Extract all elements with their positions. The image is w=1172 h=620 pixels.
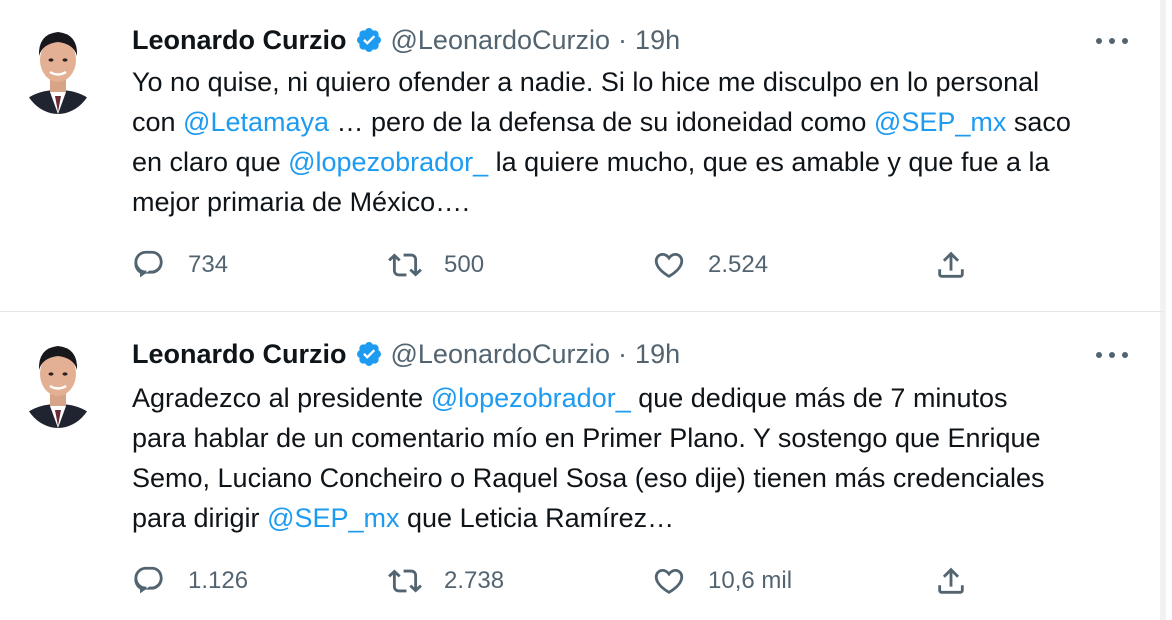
- timestamp[interactable]: 19h: [635, 25, 680, 56]
- retweet-button[interactable]: 500: [388, 247, 484, 283]
- retweet-icon: [388, 248, 422, 282]
- like-count: 10,6 mil: [708, 567, 793, 594]
- verified-badge-icon: [355, 340, 383, 368]
- text-segment: saco: [1006, 107, 1071, 137]
- retweet-count: 500: [444, 251, 485, 278]
- author-name[interactable]: Leonardo Curzio: [132, 25, 347, 56]
- mention-link[interactable]: @SEP_mx: [267, 503, 399, 533]
- author-handle[interactable]: @LeonardoCurzio: [391, 339, 611, 370]
- text-segment: … pero de la defensa de su idoneidad com…: [329, 107, 874, 137]
- text-line: Semo, Luciano Concheiro o Raquel Sosa (e…: [132, 458, 1132, 498]
- tweet-actions: 734 500 2.524: [132, 247, 982, 283]
- verified-badge-icon: [355, 26, 383, 54]
- text-segment: con: [132, 107, 184, 137]
- text-segment: Semo, Luciano Concheiro o Raquel Sosa (e…: [132, 463, 1045, 493]
- avatar[interactable]: [20, 20, 96, 114]
- author-handle[interactable]: @LeonardoCurzio: [391, 25, 611, 56]
- tweet[interactable]: Leonardo Curzio @LeonardoCurzio · 19h Ag…: [0, 312, 1166, 620]
- tweet-feed: Leonardo Curzio @LeonardoCurzio · 19h Yo…: [0, 0, 1172, 620]
- share-button[interactable]: [934, 247, 968, 283]
- mention-link[interactable]: @Letamaya: [183, 107, 329, 137]
- like-heart-icon: [652, 564, 686, 598]
- tweet[interactable]: Leonardo Curzio @LeonardoCurzio · 19h Yo…: [0, 0, 1166, 312]
- like-button[interactable]: 2.524: [652, 247, 768, 283]
- text-line: Agradezco al presidente @lopezobrador_ q…: [132, 378, 1132, 418]
- retweet-icon: [388, 564, 422, 598]
- text-line: para dirigir @SEP_mx que Leticia Ramírez…: [132, 498, 1132, 538]
- timestamp[interactable]: 19h: [635, 339, 680, 370]
- text-line: para hablar de un comentario mío en Prim…: [132, 418, 1132, 458]
- text-segment: que Leticia Ramírez…: [399, 503, 675, 533]
- reply-button[interactable]: 1.126: [132, 563, 248, 599]
- avatar-image: [20, 334, 96, 428]
- mention-link[interactable]: @lopezobrador_: [288, 147, 488, 177]
- text-segment: en claro que: [132, 147, 289, 177]
- like-heart-icon: [652, 248, 686, 282]
- tweet-text: Agradezco al presidente @lopezobrador_ q…: [132, 378, 1132, 538]
- mention-link[interactable]: @lopezobrador_: [431, 383, 631, 413]
- like-button[interactable]: 10,6 mil: [652, 563, 792, 599]
- retweet-count: 2.738: [444, 567, 505, 594]
- tweet-actions: 1.126 2.738 10,6 mil: [132, 563, 982, 599]
- text-line: en claro que @lopezobrador_ la quiere mu…: [132, 142, 1132, 182]
- text-line: mejor primaria de México….: [132, 182, 1132, 222]
- retweet-button[interactable]: 2.738: [388, 563, 504, 599]
- share-button[interactable]: [934, 563, 968, 599]
- tweet-header: Leonardo Curzio @LeonardoCurzio · 19h: [132, 334, 680, 374]
- separator-dot: ·: [618, 24, 628, 55]
- reply-count: 1.126: [188, 567, 249, 594]
- text-segment: mejor primaria de México….: [132, 187, 470, 217]
- text-segment: para dirigir: [132, 503, 268, 533]
- avatar[interactable]: [20, 334, 96, 428]
- text-segment: que dedique más de 7 minutos: [630, 383, 1008, 413]
- like-count: 2.524: [708, 251, 769, 278]
- reply-button[interactable]: 734: [132, 247, 228, 283]
- separator-dot: ·: [618, 338, 628, 369]
- text-segment: para hablar de un comentario mío en Prim…: [132, 423, 1041, 453]
- reply-icon: [132, 248, 166, 282]
- author-name[interactable]: Leonardo Curzio: [132, 339, 347, 370]
- text-line: Yo no quise, ni quiero ofender a nadie. …: [132, 62, 1132, 102]
- reply-count: 734: [188, 251, 229, 278]
- text-segment: Yo no quise, ni quiero ofender a nadie. …: [132, 67, 1040, 97]
- text-segment: la quiere mucho, que es amable y que fue…: [488, 147, 1050, 177]
- mention-link[interactable]: @SEP_mx: [874, 107, 1006, 137]
- tweet-text: Yo no quise, ni quiero ofender a nadie. …: [132, 62, 1132, 222]
- text-line: con @Letamaya … pero de la defensa de su…: [132, 102, 1132, 142]
- text-segment: Agradezco al presidente: [132, 383, 431, 413]
- avatar-image: [20, 20, 96, 114]
- tweet-header: Leonardo Curzio @LeonardoCurzio · 19h: [132, 20, 680, 60]
- reply-icon: [132, 564, 166, 598]
- share-icon: [934, 248, 968, 282]
- more-options-icon[interactable]: [1092, 340, 1132, 370]
- more-options-icon[interactable]: [1092, 26, 1132, 56]
- share-icon: [934, 564, 968, 598]
